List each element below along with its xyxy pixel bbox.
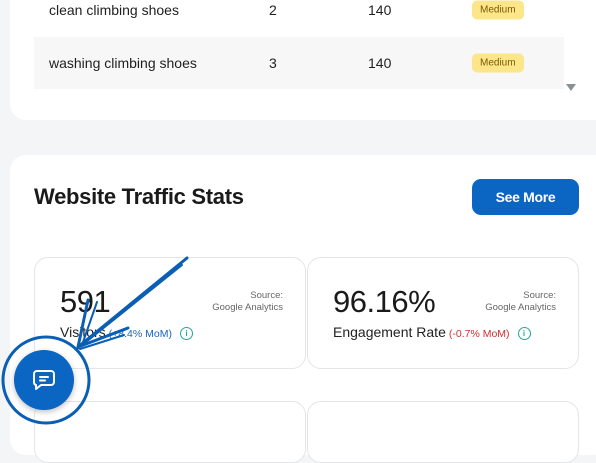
engagement-stat-card: 96.16% Source: Google Analytics Engageme… [307,257,579,369]
volume-cell: 140 [368,2,392,18]
stat-label-row: Engagement Rate (-0.7% MoM) i [333,324,531,340]
stat-value: 591 [60,284,111,319]
difficulty-badge: Medium [472,53,524,73]
stat-label: Engagement Rate [333,324,446,340]
stat-label-row: Visitors (+8.4% MoM) i [60,324,193,340]
stat-card [34,401,306,463]
section-title: Website Traffic Stats [34,184,244,209]
stat-change: (+8.4% MoM) [108,328,172,340]
source-name: Google Analytics [485,302,556,313]
chat-button[interactable] [14,350,74,410]
keywords-card: clean climbing shoes 2 140 Medium washin… [10,0,596,120]
position-cell: 2 [269,2,277,18]
stat-source: Source: Google Analytics [212,290,283,314]
table-row: washing climbing shoes 3 140 Medium [34,37,564,89]
source-label: Source: [523,290,556,301]
source-name: Google Analytics [212,302,283,313]
info-circle-icon[interactable]: i [517,326,531,340]
stat-source: Source: Google Analytics [485,290,556,314]
keyword-cell: washing climbing shoes [49,55,197,71]
traffic-stats-card: Website Traffic Stats See More 591 Sourc… [10,155,596,463]
stat-card [307,401,579,463]
volume-cell: 140 [368,55,392,71]
stat-label: Visitors [60,324,106,340]
keyword-cell: clean climbing shoes [49,2,179,18]
see-more-button[interactable]: See More [472,179,579,215]
visitors-stat-card: 591 Source: Google Analytics Visitors (+8… [34,257,306,369]
table-row: clean climbing shoes 2 140 Medium [34,0,564,36]
info-circle-icon[interactable]: i [179,326,193,340]
difficulty-badge: Medium [472,0,524,20]
stat-value: 96.16% [333,284,436,319]
scroll-down-icon[interactable] [566,84,576,91]
position-cell: 3 [269,55,277,71]
chat-bubble-icon [33,370,55,390]
source-label: Source: [250,290,283,301]
stat-change: (-0.7% MoM) [448,328,510,340]
